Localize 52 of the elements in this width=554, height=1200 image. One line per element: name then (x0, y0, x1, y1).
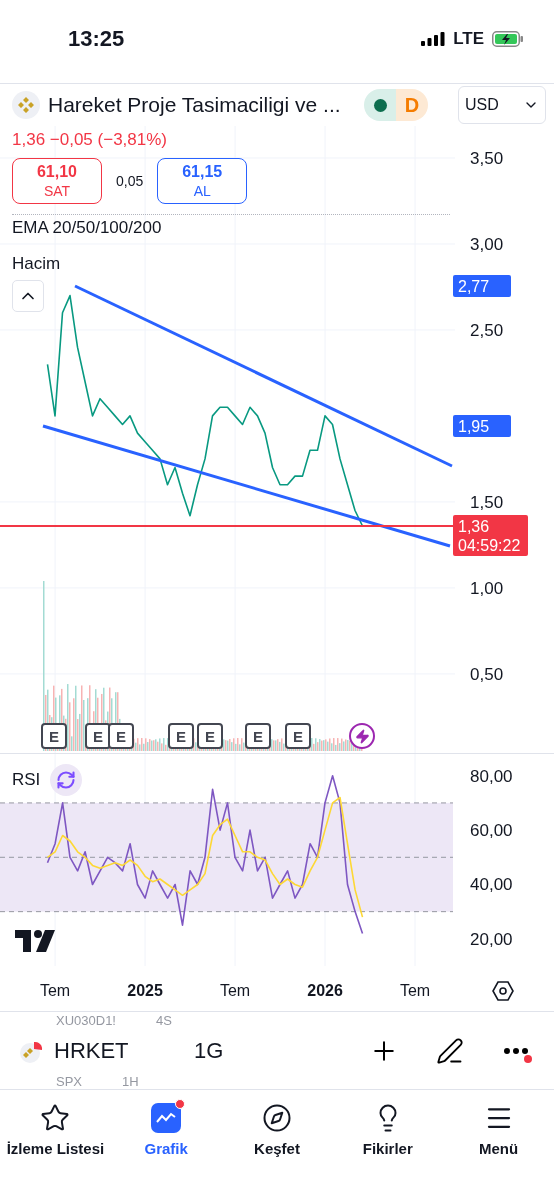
axis-label: 20,00 (470, 929, 513, 949)
axis-label: Tem (39, 982, 71, 999)
axis-label: 2026 (307, 982, 343, 999)
axis-label: 60,00 (470, 821, 513, 841)
axis-label: 3,50 (470, 149, 504, 168)
price-badge: 2,77 (453, 275, 511, 297)
axis-label: 80,00 (470, 766, 513, 786)
company-logo-icon (12, 91, 40, 119)
axis-label: 1,50 (470, 492, 504, 512)
symbol-name[interactable]: HRKET (54, 1037, 194, 1064)
nav-tab[interactable]: Grafik (110, 1102, 222, 1157)
nav-tab[interactable]: Fikirler (332, 1102, 444, 1157)
indicator-label: EMA 20/50/100/200 (12, 218, 162, 238)
axis-label: 2025 (127, 982, 163, 999)
battery-icon (492, 30, 524, 47)
earnings-marker[interactable]: E (197, 723, 223, 749)
axis-label: 1,00 (470, 578, 504, 598)
nav-tab[interactable]: Keşfet (221, 1102, 333, 1157)
more-icon (503, 1046, 529, 1055)
earnings-marker[interactable]: E (108, 723, 134, 749)
axis-label: Tem (399, 982, 431, 999)
settings-icon[interactable] (492, 980, 514, 1002)
price-badge: 1,36 04:59:22 (453, 515, 529, 556)
earnings-marker[interactable]: E (85, 723, 111, 749)
axis-label: 3,00 (470, 234, 504, 254)
volume-label: Hacim (12, 254, 61, 274)
signal-icon (421, 31, 446, 46)
nav-tab[interactable]: İzleme Listesi (0, 1102, 111, 1157)
earnings-marker[interactable]: E (285, 723, 311, 749)
collapse-button[interactable] (12, 280, 44, 312)
buy-button[interactable]: 61,15 AL (157, 158, 248, 204)
axis-label: Tem (219, 982, 251, 999)
symbol-title[interactable]: Hareket Proje Tasimaciligi ve ... (48, 93, 356, 117)
status-time: 13:25 (68, 25, 125, 52)
axis-label: 2,50 (470, 320, 504, 340)
rsi-label: RSI (12, 770, 41, 790)
currency-select[interactable]: USD (458, 86, 546, 124)
earnings-marker[interactable]: E (168, 723, 194, 749)
interval-label[interactable]: 1G (194, 1037, 336, 1064)
lightning-icon[interactable] (349, 723, 375, 749)
price-badge: 1,95 (453, 415, 511, 437)
price-change: 1,36 −0,05 (−3,81%) (12, 130, 167, 150)
spread-value: 0,05 (116, 173, 144, 189)
network-label: LTE (453, 28, 484, 49)
sell-button[interactable]: 61,10 SAT (12, 158, 102, 204)
axis-label: 40,00 (470, 875, 513, 895)
earnings-marker[interactable]: E (41, 723, 67, 749)
earnings-marker[interactable]: E (245, 723, 271, 749)
nav-tab[interactable]: Menü (443, 1102, 554, 1157)
pen-icon (436, 1036, 464, 1065)
refresh-icon[interactable] (50, 764, 83, 796)
axis-label: 0,50 (470, 664, 504, 684)
